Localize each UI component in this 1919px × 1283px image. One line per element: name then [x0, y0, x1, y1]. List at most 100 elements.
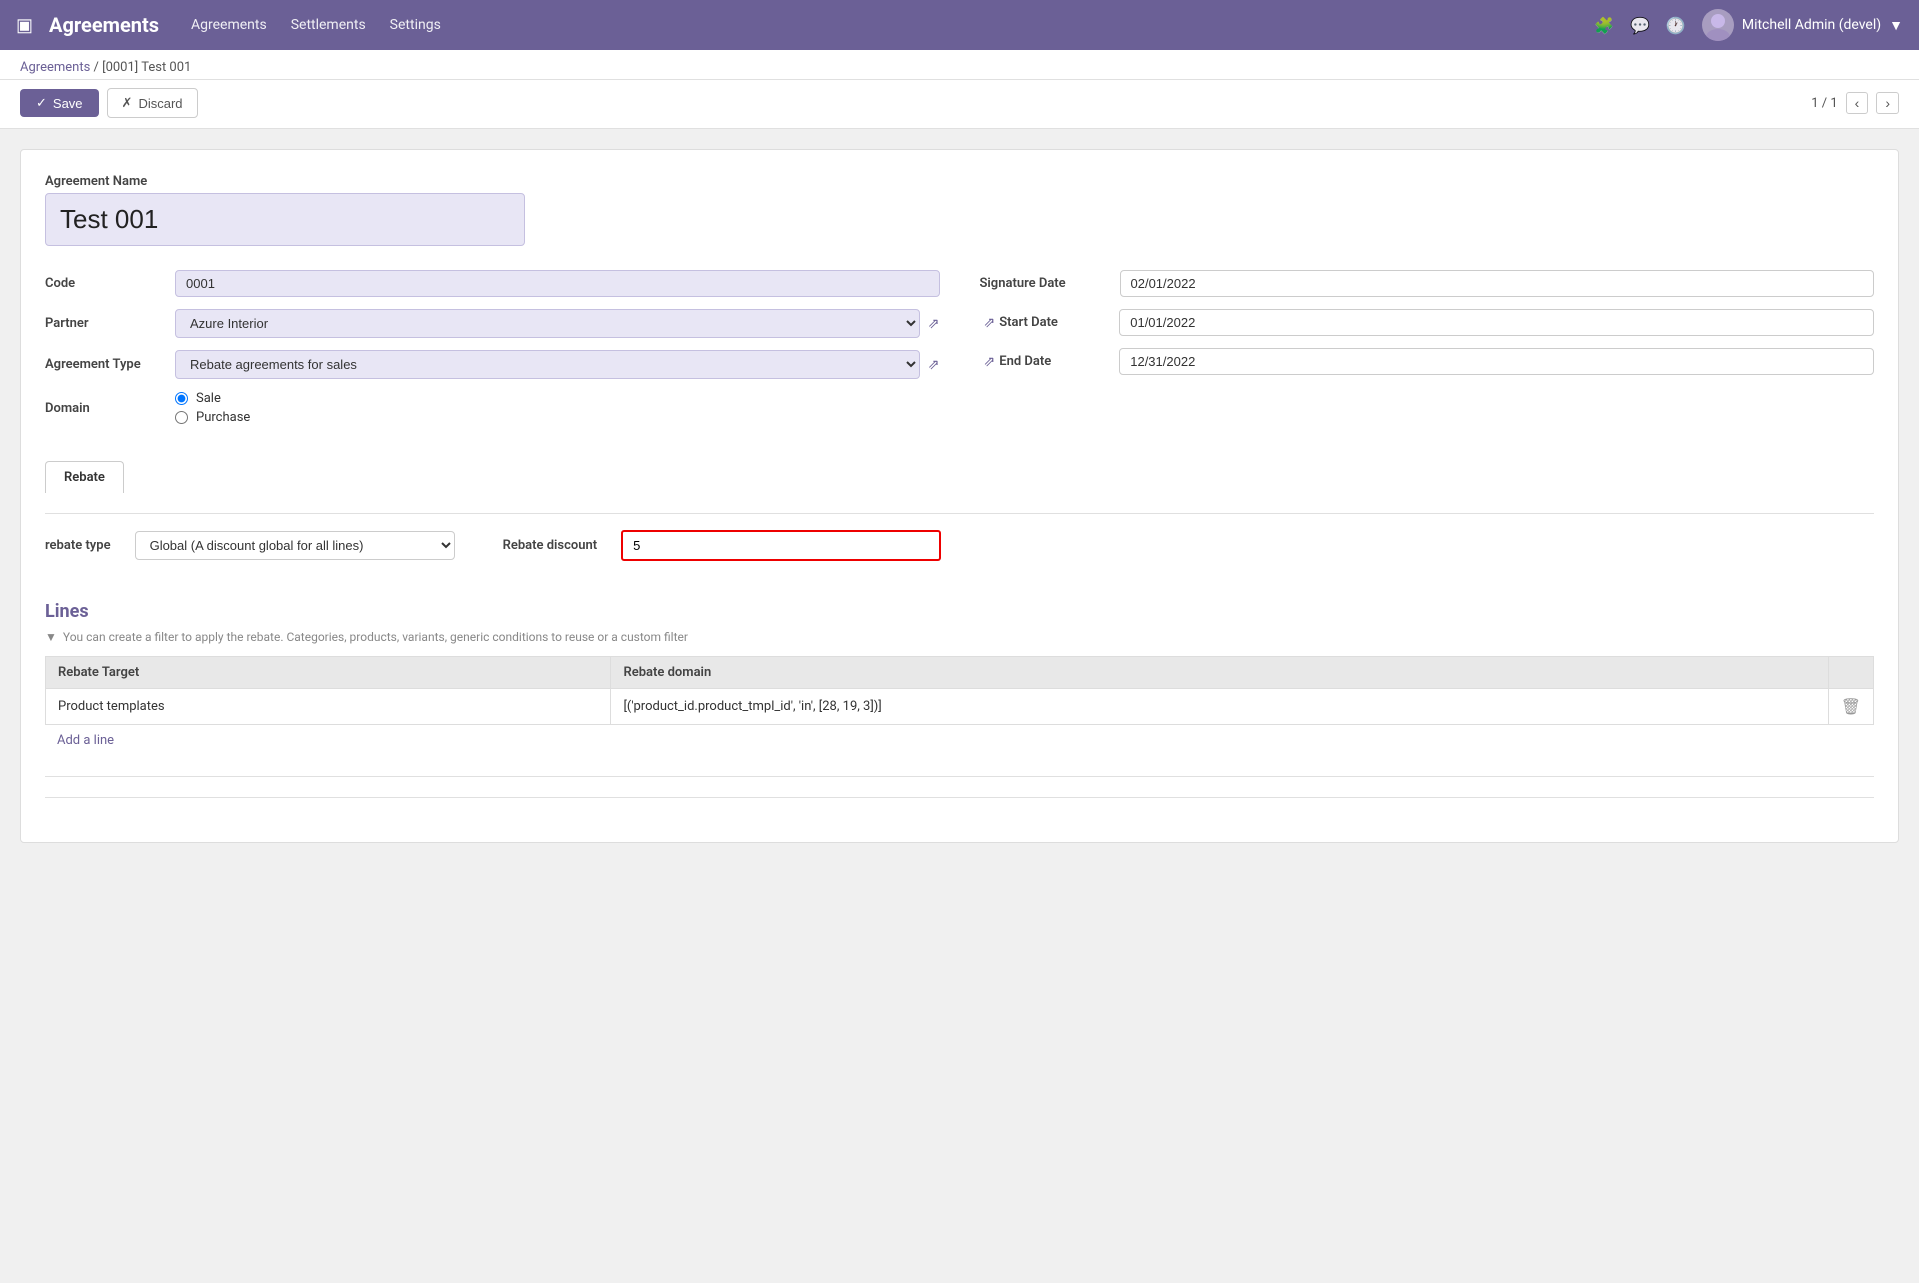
- action-bar: ✓ Save ✗ Discard 1 / 1 ‹ ›: [0, 80, 1919, 129]
- agreement-name-input[interactable]: [45, 193, 525, 246]
- domain-purchase-option[interactable]: Purchase: [175, 410, 940, 425]
- agreement-type-label: Agreement Type: [45, 357, 175, 372]
- partner-row: Azure Interior ⇗: [175, 309, 940, 338]
- nav-links: Agreements Settlements Settings: [191, 13, 1594, 37]
- end-date-label-group: ⇗ End Date: [980, 354, 1120, 370]
- save-button[interactable]: ✓ Save: [20, 89, 99, 117]
- agreement-type-field-row: Agreement Type Rebate agreements for sal…: [45, 350, 940, 379]
- domain-purchase-label: Purchase: [196, 410, 250, 425]
- chat-icon[interactable]: 💬: [1630, 16, 1650, 35]
- pagination-label: 1 / 1: [1811, 96, 1837, 111]
- start-date-label: Start Date: [999, 315, 1119, 330]
- code-control: [175, 270, 940, 297]
- start-date-input[interactable]: [1119, 309, 1874, 336]
- rebate-discount-label: Rebate discount: [503, 538, 598, 553]
- col-rebate-target: Rebate Target: [46, 657, 611, 689]
- signature-date-input[interactable]: [1120, 270, 1875, 297]
- delete-row-icon[interactable]: 🗑: [1841, 697, 1861, 716]
- signature-date-label: Signature Date: [980, 276, 1120, 291]
- col-rebate-domain: Rebate domain: [611, 657, 1828, 689]
- main-content: Agreement Name Code Partner: [0, 129, 1919, 1283]
- signature-date-control: [1120, 270, 1875, 297]
- topnav: ▣ Agreements Agreements Settlements Sett…: [0, 0, 1919, 50]
- end-date-external-link-icon[interactable]: ⇗: [984, 354, 996, 370]
- domain-radio-group: Sale Purchase: [175, 391, 940, 425]
- breadcrumb-separator: /: [94, 60, 103, 75]
- breadcrumb-parent[interactable]: Agreements: [20, 60, 90, 75]
- row-target: Product templates: [46, 689, 611, 725]
- partner-external-link-icon[interactable]: ⇗: [928, 316, 940, 332]
- end-date-control: [1119, 348, 1874, 375]
- partner-control: Azure Interior ⇗: [175, 309, 940, 338]
- signature-date-field-row: Signature Date: [980, 270, 1875, 297]
- end-date-input[interactable]: [1119, 348, 1874, 375]
- apps-menu-button[interactable]: ▣: [16, 15, 33, 36]
- end-date-field-row: ⇗ End Date: [980, 348, 1875, 375]
- domain-sale-radio[interactable]: [175, 392, 188, 405]
- lines-table-body: Product templates [('product_id.product_…: [46, 689, 1874, 725]
- rebate-discount-input[interactable]: [621, 530, 941, 561]
- breadcrumb: Agreements / [0001] Test 001: [20, 60, 1899, 75]
- lines-table: Rebate Target Rebate domain Product temp…: [45, 656, 1874, 725]
- rebate-fields: rebate type Global (A discount global fo…: [45, 513, 1874, 581]
- filter-icon: ▼: [45, 630, 57, 644]
- agreement-type-external-link-icon[interactable]: ⇗: [928, 357, 940, 373]
- table-row: Product templates [('product_id.product_…: [46, 689, 1874, 725]
- prev-button[interactable]: ‹: [1846, 92, 1869, 114]
- rebate-type-label: rebate type: [45, 538, 111, 553]
- user-dropdown-icon: ▼: [1889, 17, 1903, 34]
- domain-sale-label: Sale: [196, 391, 221, 406]
- form-right: Signature Date ⇗ Start Date: [980, 270, 1875, 437]
- avatar: [1702, 9, 1734, 41]
- start-date-label-group: ⇗ Start Date: [980, 315, 1120, 331]
- breadcrumb-current: [0001] Test 001: [102, 60, 191, 75]
- agreement-type-select[interactable]: Rebate agreements for sales: [175, 350, 920, 379]
- nav-settlements[interactable]: Settlements: [291, 13, 366, 37]
- agreement-name-label: Agreement Name: [45, 174, 1874, 189]
- clock-icon[interactable]: 🕐: [1666, 16, 1686, 35]
- app-title: Agreements: [49, 13, 159, 37]
- breadcrumb-bar: Agreements / [0001] Test 001: [0, 50, 1919, 80]
- user-menu[interactable]: Mitchell Admin (devel) ▼: [1702, 9, 1903, 41]
- code-input[interactable]: [175, 270, 940, 297]
- add-line-button[interactable]: Add a line: [45, 725, 126, 756]
- lines-hint: ▼ You can create a filter to apply the r…: [45, 630, 1874, 644]
- agreement-name-section: Agreement Name: [45, 174, 1874, 246]
- separator-2: [45, 797, 1874, 798]
- rebate-type-select[interactable]: Global (A discount global for all lines)…: [135, 531, 455, 560]
- separator-1: [45, 776, 1874, 777]
- discard-button[interactable]: ✗ Discard: [107, 88, 198, 118]
- agreement-type-control: Rebate agreements for sales ⇗: [175, 350, 940, 379]
- lines-hint-text: You can create a filter to apply the reb…: [63, 630, 688, 644]
- partner-select[interactable]: Azure Interior: [175, 309, 920, 338]
- user-name: Mitchell Admin (devel): [1742, 17, 1881, 33]
- partner-field-row: Partner Azure Interior ⇗: [45, 309, 940, 338]
- start-date-external-link-icon[interactable]: ⇗: [984, 315, 996, 331]
- form-grid: Code Partner Azure Interior ⇗: [45, 270, 1874, 437]
- check-icon: ✓: [36, 95, 47, 111]
- tab-rebate[interactable]: Rebate: [45, 461, 124, 493]
- topnav-right: 🧩 💬 🕐 Mitchell Admin (devel) ▼: [1594, 9, 1903, 41]
- domain-sale-option[interactable]: Sale: [175, 391, 940, 406]
- row-delete: 🗑: [1828, 689, 1873, 725]
- form-card: Agreement Name Code Partner: [20, 149, 1899, 843]
- tabs-section: Rebate: [45, 461, 1874, 493]
- code-label: Code: [45, 276, 175, 291]
- puzzle-icon[interactable]: 🧩: [1594, 16, 1614, 35]
- lines-title: Lines: [45, 601, 1874, 622]
- form-left: Code Partner Azure Interior ⇗: [45, 270, 940, 437]
- nav-agreements[interactable]: Agreements: [191, 13, 267, 37]
- end-date-label: End Date: [999, 354, 1119, 369]
- domain-label: Domain: [45, 401, 175, 416]
- partner-label: Partner: [45, 316, 175, 331]
- start-date-control: [1119, 309, 1874, 336]
- lines-section: Lines ▼ You can create a filter to apply…: [45, 601, 1874, 798]
- start-date-field-row: ⇗ Start Date: [980, 309, 1875, 336]
- next-button[interactable]: ›: [1876, 92, 1899, 114]
- row-domain: [('product_id.product_tmpl_id', 'in', [2…: [611, 689, 1828, 725]
- domain-purchase-radio[interactable]: [175, 411, 188, 424]
- nav-settings[interactable]: Settings: [390, 13, 441, 37]
- agreement-type-row: Rebate agreements for sales ⇗: [175, 350, 940, 379]
- lines-table-header: Rebate Target Rebate domain: [46, 657, 1874, 689]
- code-field-row: Code: [45, 270, 940, 297]
